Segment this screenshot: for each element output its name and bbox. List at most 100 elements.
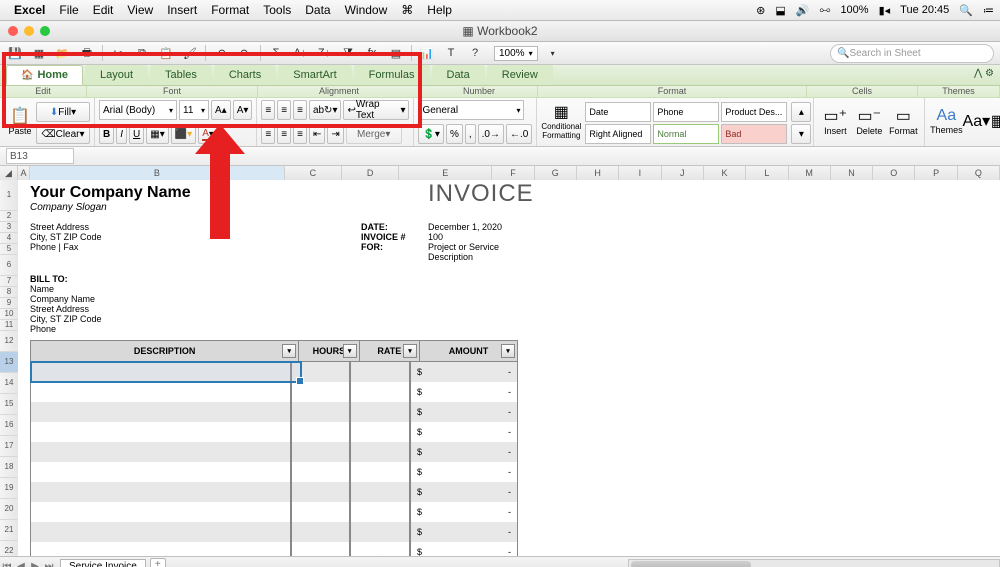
col-F[interactable]: F [492,166,534,180]
selection-handle[interactable] [296,377,304,385]
battery-icon[interactable]: 100% [840,4,868,16]
save-icon[interactable]: 💾 [6,44,24,62]
filter-rate-icon[interactable]: ▾ [403,344,417,358]
open-icon[interactable]: 📂 [54,44,72,62]
zoom-window-button[interactable] [40,26,50,36]
desc-cell[interactable] [30,402,291,422]
sort-desc-icon[interactable]: Z↓ [315,44,333,62]
app-menu[interactable]: Excel [14,3,45,17]
menu-tools[interactable]: Tools [263,3,291,17]
tab-tables[interactable]: Tables [150,65,212,85]
font-name-combo[interactable]: Arial (Body)▾ [99,100,177,120]
align-left-button[interactable]: ≡ [261,124,275,144]
redo-icon[interactable]: ↷ [236,44,254,62]
fill-color-button[interactable]: ⬛▾ [171,124,196,144]
rate-cell[interactable] [350,442,410,462]
col-L[interactable]: L [746,166,788,180]
row-17[interactable]: 17 [0,436,18,457]
bold-button[interactable]: B [99,124,114,144]
hours-cell[interactable] [291,382,351,402]
col-B[interactable]: B [30,166,284,180]
style-normal[interactable]: Normal [653,124,719,144]
shrink-font-button[interactable]: A▾ [233,100,253,120]
menu-help[interactable]: Help [427,3,452,17]
indent-inc-button[interactable]: ⇥ [327,124,343,144]
col-G[interactable]: G [535,166,577,180]
tab-first-icon[interactable]: ⏮ [0,561,14,567]
autosum-icon[interactable]: Σ [267,44,285,62]
help-icon[interactable]: ? [466,44,484,62]
col-I[interactable]: I [619,166,661,180]
orientation-button[interactable]: ab↻▾ [309,100,342,120]
name-box[interactable]: B13 [6,148,74,164]
number-format-combo[interactable]: General▾ [418,100,524,120]
row-16[interactable]: 16 [0,415,18,436]
col-D[interactable]: D [342,166,399,180]
hours-cell[interactable] [291,542,351,556]
sheet-search-input[interactable]: 🔍 Search in Sheet [830,44,994,63]
desc-cell[interactable] [30,522,291,542]
filter-amount-icon[interactable]: ▾ [501,344,515,358]
theme-colors-button[interactable]: ▦▾ [989,100,1000,142]
row-3[interactable]: 3 [0,222,18,233]
rate-cell[interactable] [350,402,410,422]
desc-cell[interactable] [30,382,291,402]
tab-formulas[interactable]: Formulas [354,65,430,85]
col-J[interactable]: J [662,166,704,180]
conditional-formatting-button[interactable]: ▦Conditional Formatting [541,100,581,142]
hours-cell[interactable] [291,422,351,442]
bluetooth-icon[interactable]: ⊛ [756,4,765,17]
row-4[interactable]: 4 [0,233,18,244]
comma-button[interactable]: , [465,124,476,144]
sheet-tab-service-invoice[interactable]: Service Invoice [60,559,146,567]
font-color-button[interactable]: A▾ [198,124,218,144]
row-22[interactable]: 22 [0,541,18,556]
amount-cell[interactable]: $- [410,482,518,502]
col-P[interactable]: P [915,166,957,180]
amount-cell[interactable]: $- [410,542,518,556]
menu-spotlight-icon[interactable]: ⌘ [401,3,413,17]
row-13[interactable]: 13 [0,352,18,373]
chart-icon[interactable]: 📊 [418,44,436,62]
row-7[interactable]: 7 [0,276,18,287]
tab-layout[interactable]: Layout [85,65,148,85]
clear-button[interactable]: ⌫ Clear ▾ [36,124,90,144]
hours-cell[interactable] [291,522,351,542]
align-bottom-button[interactable]: ≡ [293,100,307,120]
amount-cell[interactable]: $- [410,502,518,522]
toolbar-options-icon[interactable]: ▾ [544,44,562,62]
desc-cell[interactable] [30,422,291,442]
filter-desc-icon[interactable]: ▾ [282,344,296,358]
row-10[interactable]: 10 [0,309,18,320]
dropbox-icon[interactable]: ⬓ [775,4,785,17]
style-date[interactable]: Date [585,102,651,122]
row-20[interactable]: 20 [0,499,18,520]
hours-cell[interactable] [291,482,351,502]
minimize-window-button[interactable] [24,26,34,36]
rate-cell[interactable] [350,362,410,382]
col-O[interactable]: O [873,166,915,180]
row-12[interactable]: 12 [0,331,18,352]
horizontal-scrollbar[interactable] [628,559,1000,567]
insert-cells-button[interactable]: ▭⁺Insert [818,100,852,142]
row-9[interactable]: 9 [0,298,18,309]
tab-review[interactable]: Review [487,65,553,85]
tab-home[interactable]: 🏠Home [6,65,83,85]
format-painter-icon[interactable]: 🖌 [181,44,199,62]
tab-next-icon[interactable]: ▶ [28,561,42,567]
col-C[interactable]: C [285,166,342,180]
format-cells-button[interactable]: ▭Format [886,100,920,142]
spotlight-icon[interactable]: 🔍 [959,4,973,17]
amount-cell[interactable]: $- [410,422,518,442]
menu-edit[interactable]: Edit [93,3,114,17]
tab-last-icon[interactable]: ⏭ [42,561,56,567]
amount-cell[interactable]: $- [410,442,518,462]
amount-cell[interactable]: $- [410,522,518,542]
zoom-combo[interactable]: 100%▾ [494,46,538,61]
align-right-button[interactable]: ≡ [293,124,307,144]
dec-decimal-button[interactable]: ←.0 [506,124,532,144]
wrap-text-button[interactable]: ↩ Wrap Text ▾ [343,100,409,120]
menu-window[interactable]: Window [345,3,388,17]
amount-cell[interactable]: $- [410,362,518,382]
row-18[interactable]: 18 [0,457,18,478]
